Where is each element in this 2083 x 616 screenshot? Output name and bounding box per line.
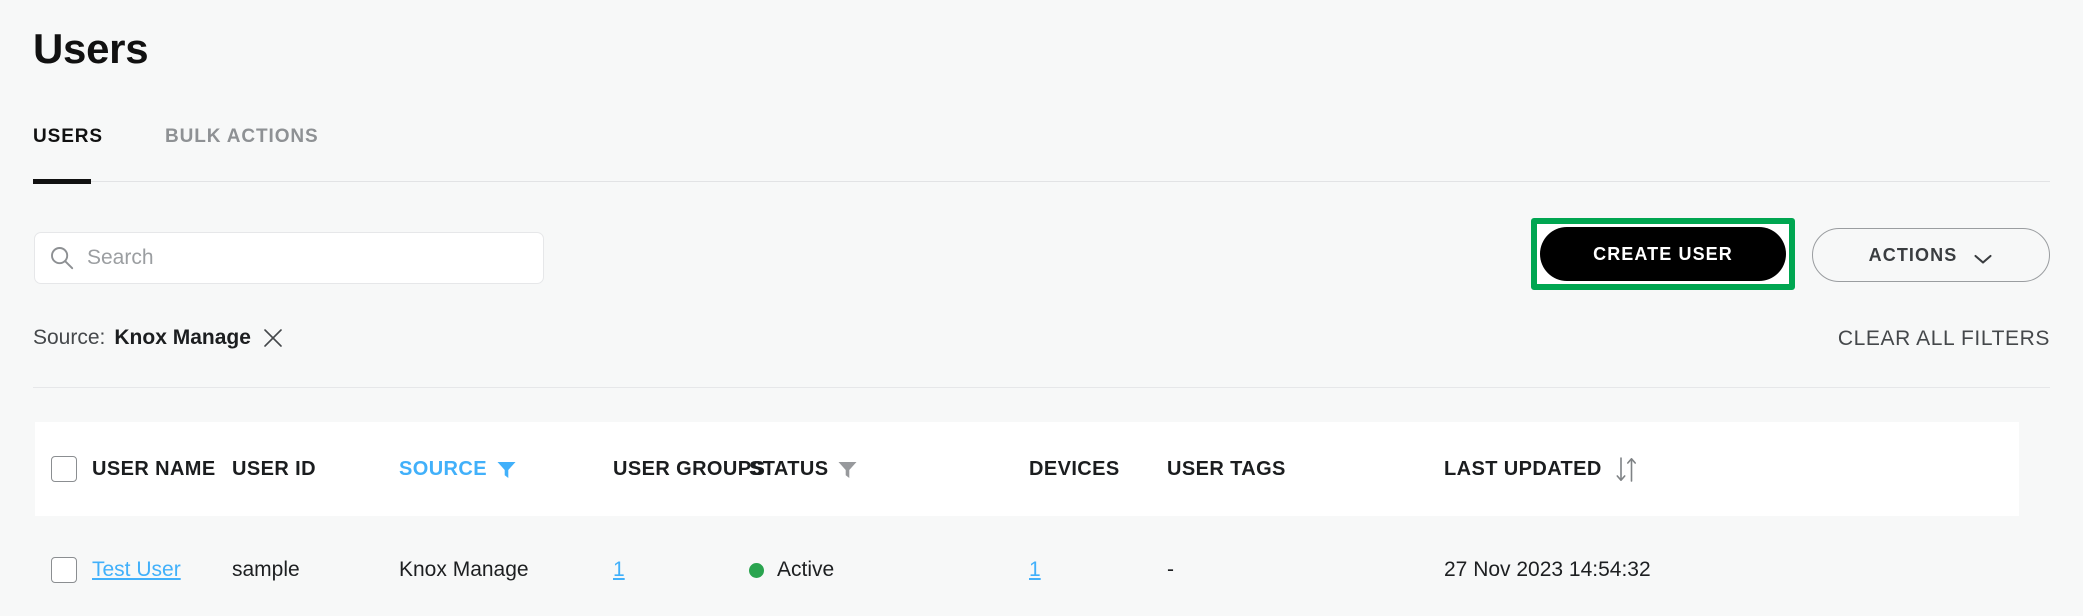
search-icon xyxy=(49,245,75,271)
user-groups-link[interactable]: 1 xyxy=(613,558,625,582)
table-header-row: USER NAME USER ID SOURCE USER GROUPS STA… xyxy=(35,422,2019,516)
row-checkbox[interactable] xyxy=(50,557,77,583)
search-box[interactable] xyxy=(34,232,544,284)
select-all-checkbox[interactable] xyxy=(50,456,77,482)
status-badge: Active xyxy=(777,558,835,581)
status-dot-icon xyxy=(749,562,764,578)
tab-bar: USERS BULK ACTIONS xyxy=(33,124,2050,184)
column-header-status-label: STATUS xyxy=(749,457,829,480)
cell-user-id: sample xyxy=(232,558,300,581)
user-name-link[interactable]: Test User xyxy=(92,558,181,582)
users-table: USER NAME USER ID SOURCE USER GROUPS STA… xyxy=(35,422,2019,600)
column-header-devices[interactable]: DEVICES xyxy=(1029,458,1167,481)
column-header-user-id[interactable]: USER ID xyxy=(232,458,399,481)
cell-devices: 1 xyxy=(1029,558,1167,582)
funnel-icon[interactable] xyxy=(496,459,517,479)
create-user-button[interactable]: CREATE USER xyxy=(1540,227,1786,281)
users-page: Users USERS BULK ACTIONS CREATE USER ACT… xyxy=(0,0,2083,616)
cell-last-updated: 27 Nov 2023 14:54:32 xyxy=(1444,558,1651,581)
cell-source: Knox Manage xyxy=(399,558,529,581)
cell-user-name: Test User xyxy=(92,558,232,582)
sort-arrows-icon[interactable] xyxy=(1614,456,1639,483)
cell-user-groups: 1 xyxy=(613,558,749,582)
filter-chip-source: Source: Knox Manage xyxy=(33,326,284,350)
actions-label: ACTIONS xyxy=(1868,244,1958,265)
cell-user-tags: - xyxy=(1167,558,1174,581)
column-header-user-name[interactable]: USER NAME xyxy=(92,458,232,481)
chevron-down-icon xyxy=(1973,249,1993,264)
column-header-source-label: SOURCE xyxy=(399,457,487,480)
actions-dropdown-button[interactable]: ACTIONS xyxy=(1812,228,2050,282)
clear-all-filters-button[interactable]: CLEAR ALL FILTERS xyxy=(1838,327,2050,351)
search-input[interactable] xyxy=(87,246,529,270)
tab-bulk-actions[interactable]: BULK ACTIONS xyxy=(165,124,341,182)
filter-bar: Source: Knox Manage CLEAR ALL FILTERS xyxy=(33,326,2050,388)
column-header-user-groups[interactable]: USER GROUPS xyxy=(613,458,765,481)
close-icon[interactable] xyxy=(262,327,284,349)
row-select-cell xyxy=(35,557,92,583)
filter-chip-label: Source: xyxy=(33,326,106,349)
cell-status: Active xyxy=(749,558,1029,582)
page-title: Users xyxy=(33,25,149,72)
column-header-user-tags[interactable]: USER TAGS xyxy=(1167,458,1444,481)
column-header-source[interactable]: SOURCE xyxy=(399,458,613,481)
column-header-last-updated[interactable]: LAST UPDATED xyxy=(1444,456,2019,483)
funnel-icon[interactable] xyxy=(837,459,858,479)
devices-link[interactable]: 1 xyxy=(1029,558,1041,582)
select-all-cell xyxy=(35,456,92,482)
filter-chip-value: Knox Manage xyxy=(114,326,251,349)
tab-users[interactable]: USERS xyxy=(33,124,125,184)
column-header-status[interactable]: STATUS xyxy=(749,458,1029,481)
column-header-last-updated-label: LAST UPDATED xyxy=(1444,457,1602,480)
table-row[interactable]: Test User sample Knox Manage 1 Active 1 … xyxy=(35,540,2019,600)
